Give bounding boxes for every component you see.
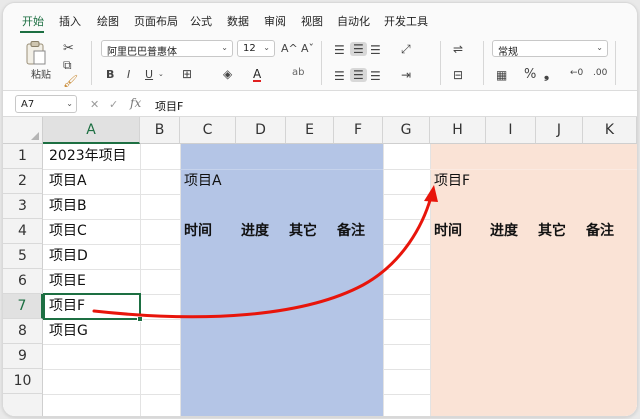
- tab-developer[interactable]: 开发工具: [384, 13, 428, 29]
- phonetic-icon[interactable]: ab: [292, 68, 304, 78]
- text-direction-icon[interactable]: ⤢: [401, 43, 411, 55]
- underline-button[interactable]: U: [145, 69, 153, 80]
- formula-input[interactable]: 项目F: [155, 98, 183, 114]
- tab-formulas[interactable]: 公式: [190, 13, 212, 29]
- align-right-icon[interactable]: ☰: [370, 70, 381, 82]
- annotation-arrow: [92, 185, 438, 319]
- font-name-select[interactable]: 阿里巴巴普惠体 ⌄: [101, 40, 233, 58]
- confirm-icon[interactable]: ✓: [109, 98, 118, 111]
- sheet-grid: A B C D E F G H I J K 1 2 3 4 5 6 7 8 9 …: [3, 117, 637, 416]
- chevron-down-icon[interactable]: ⌄: [158, 71, 164, 78]
- font-size-value: 12: [243, 43, 256, 54]
- ribbon-tabs: 开始 插入 绘图 页面布局 公式 数据 审阅 视图 自动化 开发工具: [3, 3, 637, 33]
- formula-bar: A7 ⌄ ✕ ✓ fx 项目F: [3, 91, 637, 117]
- align-center-icon[interactable]: ☰: [350, 68, 367, 82]
- tab-automate[interactable]: 自动化: [337, 13, 370, 29]
- number-format-value: 常规: [498, 47, 518, 58]
- insert-function-button[interactable]: fx: [130, 96, 141, 110]
- borders-icon[interactable]: ⊞: [182, 68, 192, 80]
- number-format-select[interactable]: 常规 ⌄: [492, 40, 608, 58]
- align-left-icon[interactable]: ☰: [334, 70, 345, 82]
- paste-icon[interactable]: [25, 40, 47, 66]
- chevron-down-icon: ⌄: [221, 43, 228, 52]
- wrap-text-icon[interactable]: ⇌: [453, 43, 463, 55]
- shrink-font-button[interactable]: Aˇ: [301, 43, 314, 54]
- name-box-value: A7: [21, 99, 35, 110]
- decrease-decimal-icon[interactable]: .00: [593, 69, 607, 78]
- comma-button[interactable]: ❟: [544, 68, 549, 81]
- copy-icon[interactable]: ⧉: [63, 59, 72, 71]
- cancel-icon[interactable]: ✕: [90, 98, 99, 111]
- name-box[interactable]: A7 ⌄: [15, 95, 77, 113]
- align-bottom-icon[interactable]: ☰: [370, 44, 381, 56]
- chevron-down-icon: ⌄: [263, 43, 270, 52]
- font-color-button[interactable]: A: [253, 68, 262, 82]
- format-painter-icon[interactable]: 🖌: [63, 75, 78, 87]
- ribbon-divider: [615, 41, 616, 85]
- align-middle-icon[interactable]: ☰: [350, 42, 367, 56]
- fill-color-icon[interactable]: ◈: [223, 68, 232, 80]
- font-name-value: 阿里巴巴普惠体: [107, 47, 177, 58]
- merge-cells-icon[interactable]: ⊟: [453, 69, 463, 81]
- ribbon-divider: [440, 41, 441, 85]
- grow-font-button[interactable]: A^: [281, 43, 298, 54]
- currency-icon[interactable]: ▦: [496, 69, 507, 81]
- percent-button[interactable]: %: [524, 68, 536, 81]
- ribbon-divider: [91, 41, 92, 85]
- indent-icon[interactable]: ⇥: [401, 69, 411, 81]
- chevron-down-icon: ⌄: [596, 43, 603, 52]
- align-top-icon[interactable]: ☰: [334, 44, 345, 56]
- tab-home[interactable]: 开始: [22, 13, 44, 29]
- tab-draw[interactable]: 绘图: [97, 13, 119, 29]
- increase-decimal-icon[interactable]: ←0: [570, 69, 583, 78]
- paste-label[interactable]: 粘贴: [31, 71, 51, 81]
- font-size-select[interactable]: 12 ⌄: [237, 40, 275, 57]
- ribbon: 粘贴 ✂ ⧉ 🖌 阿里巴巴普惠体 ⌄ 12 ⌄ A^ Aˇ B I U ⌄ ⊞ ◈ …: [3, 33, 637, 91]
- chevron-down-icon: ⌄: [66, 99, 73, 108]
- cut-icon[interactable]: ✂: [63, 42, 74, 55]
- ribbon-divider: [321, 41, 322, 85]
- italic-button[interactable]: I: [127, 69, 130, 80]
- excel-window: 开始 插入 绘图 页面布局 公式 数据 审阅 视图 自动化 开发工具 粘贴 ✂ …: [3, 3, 637, 416]
- tab-insert[interactable]: 插入: [59, 13, 81, 29]
- bold-button[interactable]: B: [106, 69, 114, 80]
- tab-review[interactable]: 审阅: [264, 13, 286, 29]
- ribbon-divider: [483, 41, 484, 85]
- tab-data[interactable]: 数据: [227, 13, 249, 29]
- tab-view[interactable]: 视图: [301, 13, 323, 29]
- tab-page-layout[interactable]: 页面布局: [134, 13, 178, 29]
